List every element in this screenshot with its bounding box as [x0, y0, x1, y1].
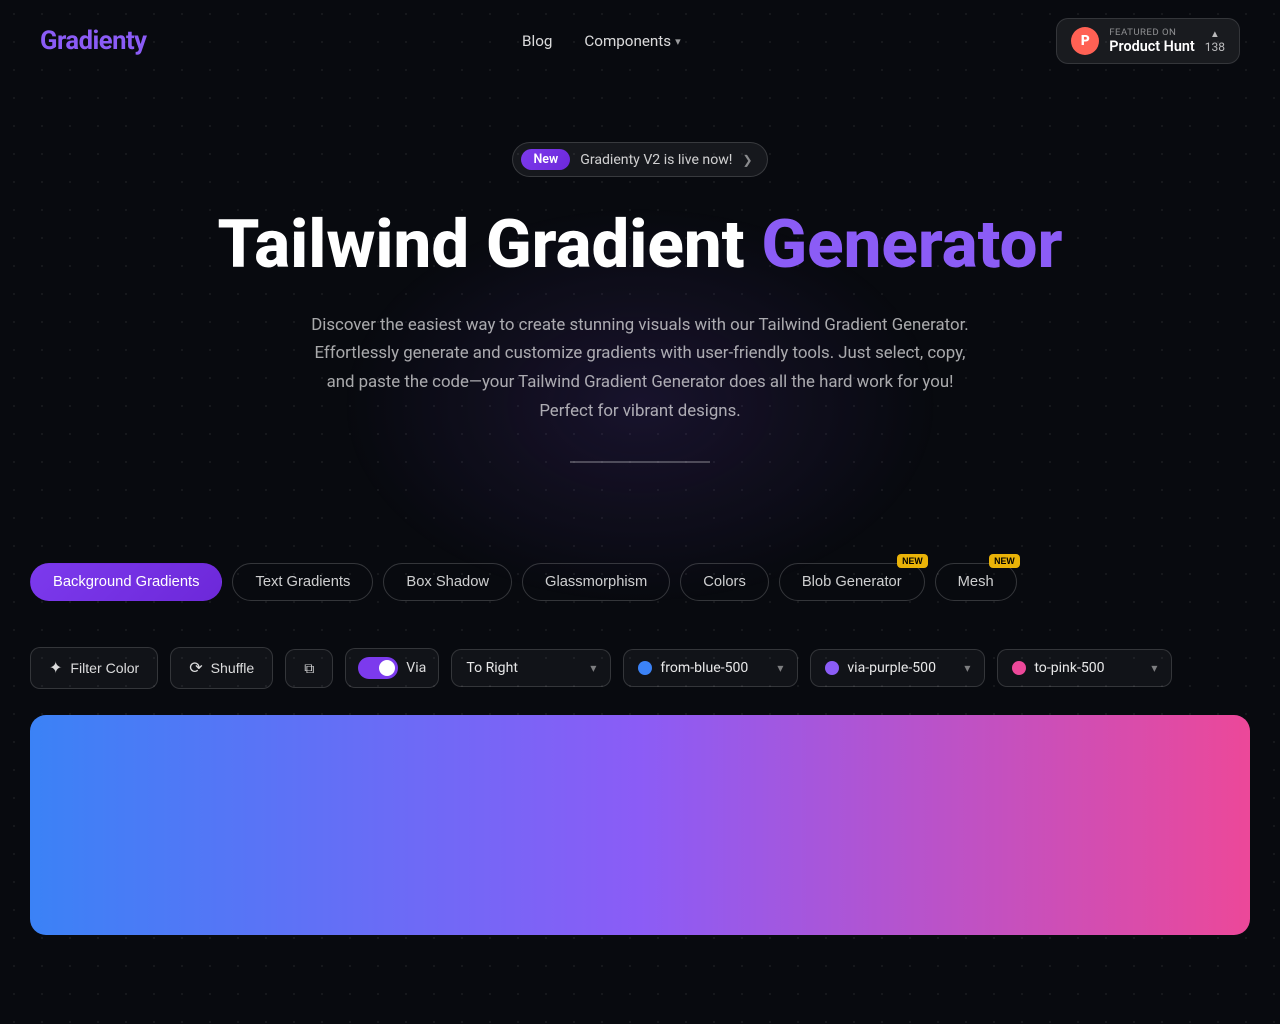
hero-section: New Gradienty V2 is live now! ❯ Tailwind… [0, 82, 1280, 503]
tab-box-shadow[interactable]: Box Shadow [383, 563, 512, 601]
copy-button[interactable]: ⧉ [285, 649, 333, 688]
new-badge[interactable]: New Gradienty V2 is live now! ❯ [512, 142, 767, 177]
product-hunt-name: Product Hunt [1109, 38, 1195, 55]
via-toggle-wrap: Via [345, 648, 439, 688]
badge-text: Gradienty V2 is live now! [580, 152, 732, 168]
to-color-value: to-pink-500 [1034, 660, 1143, 676]
copy-icon: ⧉ [304, 660, 314, 677]
via-color-select[interactable]: via-purple-500 ▾ [810, 649, 985, 687]
logo-text-start: Gradient [40, 26, 134, 56]
shuffle-icon: ⟳ [189, 658, 202, 678]
tab-new-badge: NEW [897, 554, 928, 568]
via-color-dot [825, 661, 839, 675]
product-hunt-icon: P [1071, 27, 1099, 55]
chevron-down-icon: ▾ [675, 35, 681, 48]
logo-text-accent: y [134, 26, 146, 56]
controls-bar: ✦ Filter Color ⟳ Shuffle ⧉ Via To Right … [0, 631, 1280, 705]
headline-accent: Generator [761, 206, 1062, 284]
direction-select[interactable]: To Right ▾ [451, 649, 611, 687]
tabs-section: Background Gradients Text Gradients Box Sh… [0, 503, 1280, 631]
via-toggle[interactable] [358, 657, 398, 679]
product-hunt-featured-label: FEATURED ON [1109, 27, 1195, 38]
nav-components[interactable]: Components ▾ [584, 32, 680, 50]
nav-blog[interactable]: Blog [522, 32, 552, 50]
hero-divider [570, 461, 710, 463]
direction-value: To Right [466, 660, 582, 676]
to-chevron-icon: ▾ [1151, 661, 1157, 675]
tab-colors[interactable]: Colors [680, 563, 769, 601]
via-color-value: via-purple-500 [847, 660, 956, 676]
filter-color-button[interactable]: ✦ Filter Color [30, 647, 158, 689]
direction-chevron-icon: ▾ [590, 661, 596, 675]
filter-color-label: Filter Color [70, 660, 139, 676]
via-chevron-icon: ▾ [964, 661, 970, 675]
tab-mesh[interactable]: MeshNEW [935, 563, 1017, 601]
from-color-select[interactable]: from-blue-500 ▾ [623, 649, 798, 687]
new-pill: New [521, 149, 570, 170]
via-label: Via [406, 660, 426, 676]
to-color-dot [1012, 661, 1026, 675]
logo[interactable]: Gradienty [40, 26, 147, 56]
toggle-knob [379, 660, 395, 676]
upvote-arrow-icon: ▲ [1210, 29, 1220, 40]
headline-start: Tailwind Gradient [217, 206, 761, 284]
from-chevron-icon: ▾ [777, 661, 783, 675]
nav-links: Blog Components ▾ [522, 32, 681, 50]
tab-blob-generator[interactable]: Blob GeneratorNEW [779, 563, 925, 601]
from-color-dot [638, 661, 652, 675]
tab-background-gradients[interactable]: Background Gradients [30, 563, 222, 601]
tab-text-gradients[interactable]: Text Gradients [232, 563, 373, 601]
product-hunt-badge[interactable]: P FEATURED ON Product Hunt ▲ 138 [1056, 18, 1240, 64]
shuffle-label: Shuffle [211, 660, 255, 676]
tab-glassmorphism[interactable]: Glassmorphism [522, 563, 670, 601]
product-hunt-count: ▲ 138 [1205, 29, 1225, 54]
to-color-select[interactable]: to-pink-500 ▾ [997, 649, 1172, 687]
main-headline: Tailwind Gradient Generator [20, 209, 1260, 283]
shuffle-button[interactable]: ⟳ Shuffle [170, 647, 273, 689]
from-color-value: from-blue-500 [660, 660, 769, 676]
tab-new-badge: NEW [989, 554, 1020, 568]
badge-arrow-icon: ❯ [742, 153, 752, 167]
filter-color-icon: ✦ [49, 658, 62, 678]
navbar: Gradienty Blog Components ▾ P FEATURED O… [0, 0, 1280, 82]
gradient-preview [30, 715, 1250, 935]
product-hunt-text: FEATURED ON Product Hunt [1109, 27, 1195, 55]
upvote-count: 138 [1205, 40, 1225, 54]
hero-description: Discover the easiest way to create stunn… [300, 311, 980, 425]
